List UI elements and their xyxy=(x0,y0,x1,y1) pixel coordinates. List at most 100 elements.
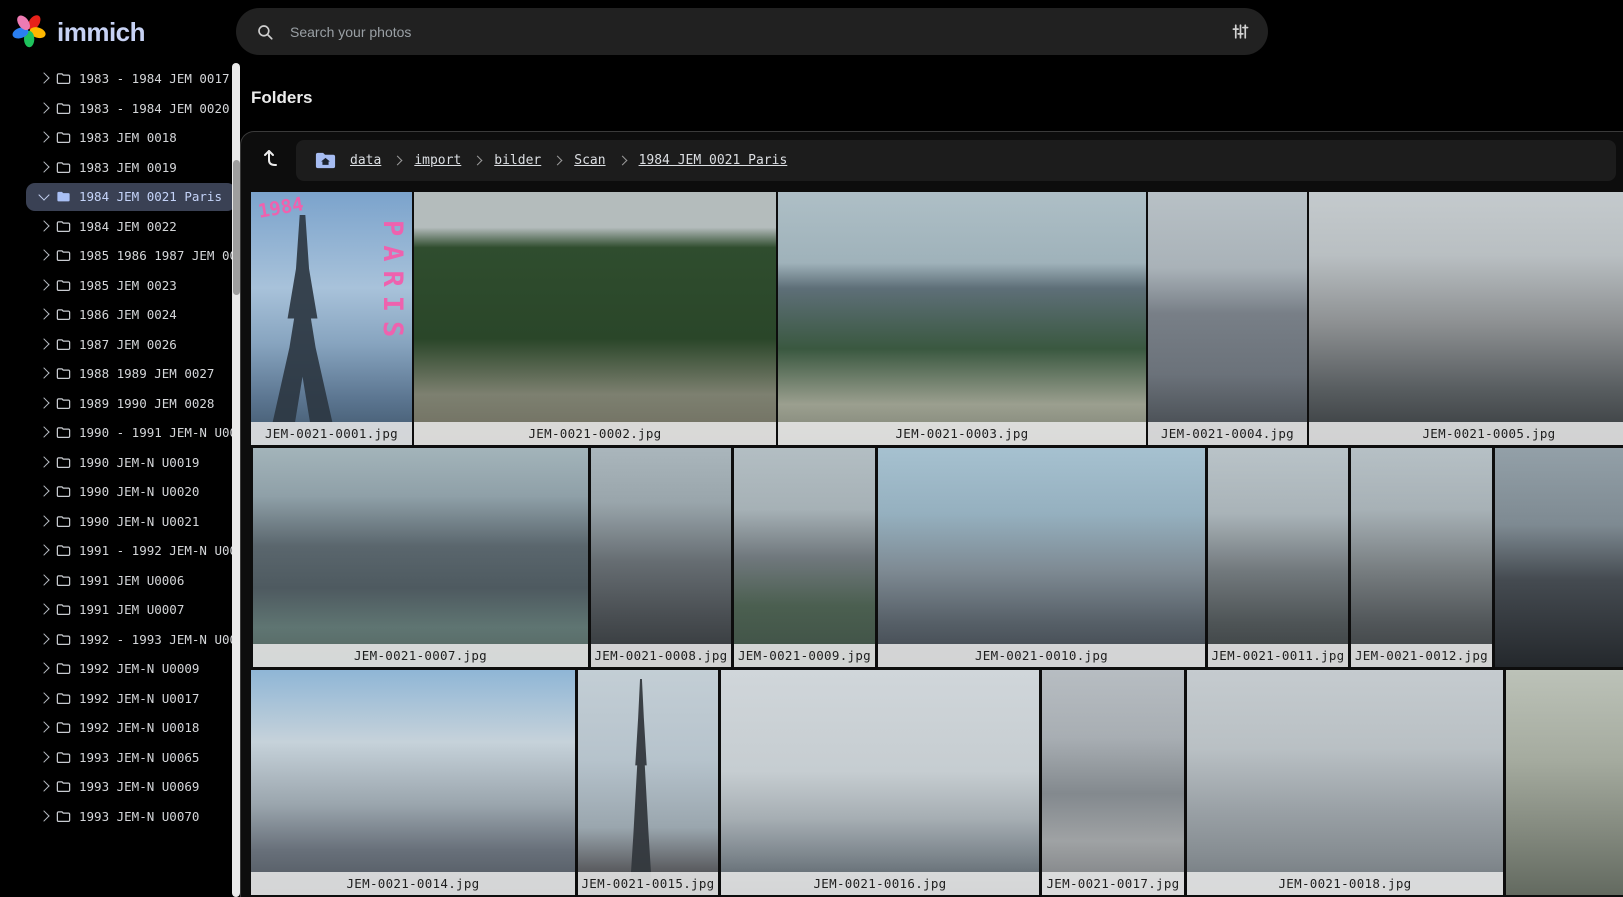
photo-thumbnail[interactable]: JEM-0021-0015.jpg xyxy=(578,670,718,895)
sidebar-folder-item[interactable]: 1990 JEM-N U0019 xyxy=(26,448,213,476)
photo-filename: JEM-0021-0001.jpg xyxy=(251,422,412,445)
sidebar-folder-item[interactable]: 1985 1986 1987 JEM 00 xyxy=(26,242,233,270)
search-filter-icon[interactable] xyxy=(1231,22,1250,41)
sidebar-scrollbar-thumb[interactable] xyxy=(233,160,240,295)
search-input[interactable] xyxy=(288,23,1231,41)
breadcrumb-link[interactable]: 1984 JEM 0021 Paris xyxy=(639,153,788,168)
immich-logo[interactable]: immich xyxy=(10,11,145,54)
folder-icon xyxy=(56,514,71,529)
photo-thumbnail[interactable]: JEM-0021-0016.jpg xyxy=(721,670,1039,895)
folder-item-label: 1986 JEM 0024 xyxy=(79,307,177,322)
photo-thumbnail[interactable]: JEM-0021-0008.jpg xyxy=(591,448,731,667)
photo-overlay-text: PARIS xyxy=(379,220,406,346)
folder-item-label: 1991 - 1992 JEM-N U00 xyxy=(79,543,233,558)
chevron-right-icon[interactable] xyxy=(38,338,49,349)
sidebar-folder-item[interactable]: 1984 JEM 0021 Paris xyxy=(26,183,233,211)
chevron-right-icon[interactable] xyxy=(38,810,49,821)
photo-thumbnail[interactable]: JEM-0021-0009.jpg xyxy=(734,448,875,667)
sidebar-folder-item[interactable]: 1986 JEM 0024 xyxy=(26,301,191,329)
sidebar-folder-item[interactable]: 1991 JEM U0007 xyxy=(26,596,198,624)
folder-icon xyxy=(56,160,71,175)
chevron-right-icon[interactable] xyxy=(38,456,49,467)
breadcrumb-home-icon[interactable] xyxy=(314,149,337,172)
folder-tree: 1983 - 1984 JEM 00171983 - 1984 JEM 0020… xyxy=(0,63,233,897)
sidebar-folder-item[interactable]: 1987 JEM 0026 xyxy=(26,330,191,358)
folder-item-label: 1983 JEM 0019 xyxy=(79,160,177,175)
immich-logo-text: immich xyxy=(57,17,145,48)
photo-thumbnail[interactable]: JEM-0021-0010.jpg xyxy=(878,448,1205,667)
photo-filename: JEM-0021-0012.jpg xyxy=(1351,644,1492,667)
sidebar-folder-item[interactable]: 1992 JEM-N U0009 xyxy=(26,655,213,683)
breadcrumb-link[interactable]: Scan xyxy=(574,153,605,168)
sidebar-folder-item[interactable]: 1991 - 1992 JEM-N U00 xyxy=(26,537,233,565)
chevron-right-icon[interactable] xyxy=(38,780,49,791)
chevron-right-icon[interactable] xyxy=(38,721,49,732)
photo-thumbnail[interactable]: JEM-0021-0005.jpg xyxy=(1309,192,1623,445)
chevron-right-icon[interactable] xyxy=(38,161,49,172)
photo-thumbnail[interactable]: JEM-0021-0018.jpg xyxy=(1187,670,1503,895)
folder-icon xyxy=(56,809,71,824)
chevron-right-icon[interactable] xyxy=(38,220,49,231)
photo-thumbnail[interactable]: JEM-0021-0017.jpg xyxy=(1042,670,1184,895)
chevron-right-icon[interactable] xyxy=(38,544,49,555)
sidebar-folder-item[interactable]: 1984 JEM 0022 xyxy=(26,212,191,240)
chevron-right-icon[interactable] xyxy=(38,515,49,526)
breadcrumb-link[interactable]: import xyxy=(414,153,461,168)
chevron-right-icon[interactable] xyxy=(38,485,49,496)
folder-icon xyxy=(56,101,71,116)
photo-thumbnail[interactable]: 1984PARISJEM-0021-0001.jpg xyxy=(251,192,412,445)
photo-thumbnail[interactable]: JEM-0021-0007.jpg xyxy=(253,448,588,667)
chevron-right-icon[interactable] xyxy=(38,574,49,585)
photo-thumbnail[interactable]: JEM-0021-0002.jpg xyxy=(414,192,776,445)
chevron-right-icon[interactable] xyxy=(38,603,49,614)
photo-thumbnail[interactable]: JEM-0021-0011.jpg xyxy=(1208,448,1348,667)
chevron-right-icon[interactable] xyxy=(38,426,49,437)
chevron-right-icon[interactable] xyxy=(38,692,49,703)
photo-thumbnail[interactable]: JEM-0021-0012.jpg xyxy=(1351,448,1492,667)
sidebar-folder-item[interactable]: 1990 - 1991 JEM-N U00 xyxy=(26,419,233,447)
chevron-right-icon[interactable] xyxy=(38,102,49,113)
chevron-right-icon[interactable] xyxy=(38,308,49,319)
chevron-right-icon[interactable] xyxy=(38,367,49,378)
breadcrumb-link[interactable]: bilder xyxy=(494,153,541,168)
breadcrumb-link[interactable]: data xyxy=(350,153,381,168)
chevron-right-icon[interactable] xyxy=(38,751,49,762)
sidebar-folder-item[interactable]: 1992 - 1993 JEM-N U00 xyxy=(26,625,233,653)
sidebar-folder-item[interactable]: 1993 JEM-N U0065 xyxy=(26,743,213,771)
chevron-right-icon[interactable] xyxy=(38,249,49,260)
sidebar-folder-item[interactable]: 1985 JEM 0023 xyxy=(26,271,191,299)
sidebar-folder-item[interactable]: 1983 - 1984 JEM 0020 xyxy=(26,94,233,122)
chevron-right-icon[interactable] xyxy=(38,131,49,142)
photo-thumbnail[interactable]: JEM-0021-0014.jpg xyxy=(251,670,575,895)
sidebar-folder-item[interactable]: 1992 JEM-N U0017 xyxy=(26,684,213,712)
photo-thumbnail[interactable]: JEM-0021-0003.jpg xyxy=(778,192,1146,445)
sidebar-folder-item[interactable]: 1990 JEM-N U0020 xyxy=(26,478,213,506)
sidebar-folder-item[interactable]: 1993 JEM-N U0069 xyxy=(26,773,213,801)
sidebar-folder-item[interactable]: 1990 JEM-N U0021 xyxy=(26,507,213,535)
chevron-right-icon[interactable] xyxy=(38,633,49,644)
photo-filename: JEM-0021-0011.jpg xyxy=(1208,644,1348,667)
sidebar-folder-item[interactable]: 1989 1990 JEM 0028 xyxy=(26,389,228,417)
folder-item-label: 1985 JEM 0023 xyxy=(79,278,177,293)
sidebar-folder-item[interactable]: 1992 JEM-N U0018 xyxy=(26,714,213,742)
sidebar-folder-item[interactable]: 1983 JEM 0019 xyxy=(26,153,191,181)
chevron-right-icon[interactable] xyxy=(38,279,49,290)
photo-thumbnail-partial[interactable] xyxy=(1495,448,1623,667)
chevron-right-icon[interactable] xyxy=(38,397,49,408)
navigate-up-button[interactable] xyxy=(257,143,287,173)
folder-icon xyxy=(56,484,71,499)
folder-icon xyxy=(56,661,71,676)
folder-item-label: 1989 1990 JEM 0028 xyxy=(79,396,214,411)
sidebar-folder-item[interactable]: 1983 - 1984 JEM 0017 xyxy=(26,65,233,93)
sidebar-folder-item[interactable]: 1988 1989 JEM 0027 xyxy=(26,360,228,388)
sidebar-folder-item[interactable]: 1993 JEM-N U0070 xyxy=(26,802,213,830)
photo-filename: JEM-0021-0008.jpg xyxy=(591,644,731,667)
folder-item-label: 1983 JEM 0018 xyxy=(79,130,177,145)
chevron-right-icon[interactable] xyxy=(38,72,49,83)
sidebar-folder-item[interactable]: 1983 JEM 0018 xyxy=(26,124,191,152)
photo-thumbnail-partial[interactable] xyxy=(1506,670,1623,895)
chevron-down-icon[interactable] xyxy=(38,189,49,200)
chevron-right-icon[interactable] xyxy=(38,662,49,673)
sidebar-folder-item[interactable]: 1991 JEM U0006 xyxy=(26,566,198,594)
photo-thumbnail[interactable]: JEM-0021-0004.jpg xyxy=(1148,192,1307,445)
